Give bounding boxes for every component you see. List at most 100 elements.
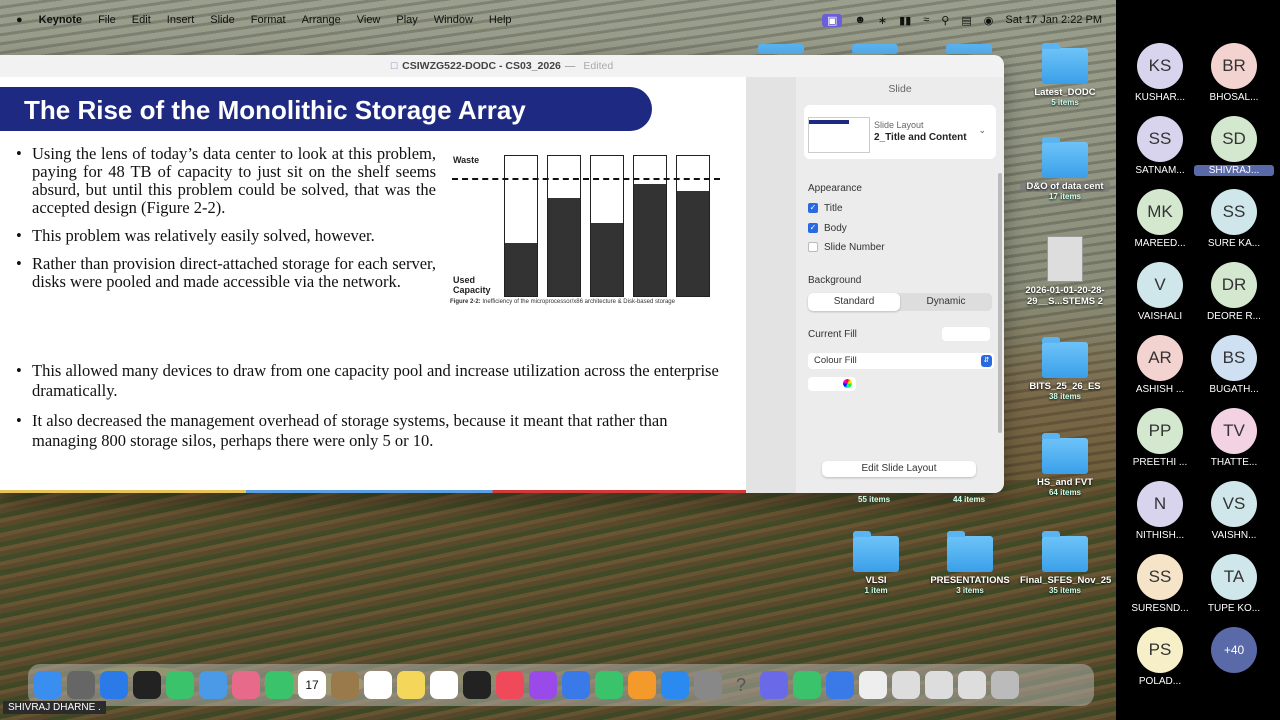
desktop-folder[interactable]: HS_and FVT 64 items — [1020, 433, 1110, 497]
appstore-icon[interactable] — [661, 671, 689, 699]
control-center-icon[interactable]: ▤ — [961, 14, 971, 27]
menu-edit[interactable]: Edit — [132, 14, 151, 26]
whatsapp-icon[interactable] — [793, 671, 821, 699]
standard-option[interactable]: Standard — [808, 293, 900, 311]
window-icon[interactable] — [958, 671, 986, 699]
battery-icon[interactable]: ▮▮ — [899, 14, 911, 27]
folder-partial[interactable] — [758, 44, 804, 54]
finder-icon[interactable] — [34, 671, 62, 699]
safari-icon[interactable] — [100, 671, 128, 699]
search-icon[interactable]: ⚲ — [941, 14, 949, 27]
desktop-folder[interactable]: VLSI 1 item — [831, 531, 921, 595]
colour-fill-select[interactable]: Colour Fill ⇵ — [808, 353, 994, 369]
dynamic-option[interactable]: Dynamic — [900, 293, 992, 311]
participant-tile[interactable]: TA TUPE KO... — [1194, 554, 1274, 614]
participant-tile[interactable]: KS KUSHAR... — [1120, 43, 1200, 103]
background-segmented-control[interactable]: Standard Dynamic — [808, 293, 992, 311]
desktop-folder[interactable]: Latest_DODC 5 items — [1020, 43, 1110, 107]
participant-tile[interactable]: SS SATNAM... — [1120, 116, 1200, 176]
apple-menu-icon[interactable]: ● — [16, 14, 23, 26]
desktop-folder[interactable]: D&O of data cent 17 items — [1020, 137, 1110, 201]
participant-tile[interactable]: AR ASHISH ... — [1120, 335, 1200, 395]
checkbox-checked-icon[interactable]: ✓ — [808, 203, 818, 214]
system-icon[interactable] — [331, 671, 359, 699]
desktop-folder[interactable]: BITS_25_26_ES 38 items — [1020, 337, 1110, 401]
participant-tile[interactable]: BS BUGATH... — [1194, 335, 1274, 395]
mail-icon[interactable] — [826, 671, 854, 699]
menu-play[interactable]: Play — [396, 14, 417, 26]
window-icon[interactable] — [892, 671, 920, 699]
current-fill-swatch[interactable] — [942, 327, 990, 341]
menu-arrange[interactable]: Arrange — [302, 14, 341, 26]
participant-tile[interactable]: DR DEORE R... — [1194, 262, 1274, 322]
figure-storage-bars[interactable]: Waste Used Capacity Figure 2-2: Ineffici… — [450, 151, 740, 311]
menu-help[interactable]: Help — [489, 14, 512, 26]
participant-tile[interactable]: BR BHOSAL... — [1194, 43, 1274, 103]
window-icon[interactable] — [925, 671, 953, 699]
checkbox-unchecked-icon[interactable] — [808, 242, 818, 253]
calendar-icon[interactable]: 17 — [298, 671, 326, 699]
bluetooth-icon[interactable]: ∗ — [878, 14, 887, 27]
bullet-item[interactable]: • This allowed many devices to draw from … — [16, 361, 728, 401]
body-checkbox[interactable]: ✓ Body — [808, 223, 847, 234]
title-checkbox[interactable]: ✓ Title — [808, 203, 843, 214]
notes-icon[interactable] — [397, 671, 425, 699]
teams-icon[interactable] — [760, 671, 788, 699]
participant-tile[interactable]: MK MAREED... — [1120, 189, 1200, 249]
bullet-list-narrow[interactable]: • Using the lens of today’s data center t… — [16, 145, 436, 301]
participant-tile[interactable]: SS SURESND... — [1120, 554, 1200, 614]
siri-icon[interactable]: ◉ — [984, 14, 994, 27]
window-titlebar[interactable]: □ CSIWZG522-DODC - CS03_2026 — Edited — [0, 55, 1004, 77]
opera-icon[interactable] — [133, 671, 161, 699]
participant-tile[interactable]: N NITHISH... — [1120, 481, 1200, 541]
colour-well[interactable] — [808, 377, 856, 391]
slide-canvas[interactable]: The Rise of the Monolithic Storage Array… — [0, 77, 746, 493]
screen-share-icon[interactable]: ▣ — [821, 13, 843, 27]
inspector-scrollbar[interactable] — [998, 173, 1002, 433]
chevron-down-icon[interactable]: ⌄ — [978, 125, 986, 136]
checkbox-checked-icon[interactable]: ✓ — [808, 223, 818, 234]
participant-tile[interactable]: SD SHIVRAJ... — [1194, 116, 1274, 176]
inspector-header[interactable]: Slide — [796, 83, 1004, 95]
folder-partial[interactable] — [946, 44, 992, 54]
menubar-clock[interactable]: Sat 17 Jan 2:22 PM — [1005, 14, 1102, 26]
accessibility-icon[interactable]: ☻ — [854, 14, 866, 26]
messages-icon[interactable] — [166, 671, 194, 699]
facetime-icon[interactable] — [265, 671, 293, 699]
maps-icon[interactable] — [199, 671, 227, 699]
edit-slide-layout-button[interactable]: Edit Slide Layout — [822, 461, 976, 477]
participant-tile[interactable]: VS VAISHN... — [1194, 481, 1274, 541]
slide-number-checkbox[interactable]: Slide Number — [808, 242, 885, 253]
menu-slide[interactable]: Slide — [210, 14, 234, 26]
slide-layout-picker[interactable]: Slide Layout 2_Title and Content ⌄ — [804, 105, 996, 159]
podcasts-icon[interactable] — [529, 671, 557, 699]
participant-tile[interactable]: V VAISHALI — [1120, 262, 1200, 322]
menu-file[interactable]: File — [98, 14, 116, 26]
bullet-item[interactable]: • It also decreased the management overhe… — [16, 411, 728, 451]
menu-format[interactable]: Format — [251, 14, 286, 26]
slide-title[interactable]: The Rise of the Monolithic Storage Array — [24, 95, 526, 126]
participant-tile[interactable]: +40 — [1194, 627, 1274, 673]
menu-window[interactable]: Window — [434, 14, 473, 26]
desktop-folder[interactable]: Final_SFES_Nov_25 35 items — [1020, 531, 1111, 595]
participant-tile[interactable]: TV THATTE... — [1194, 408, 1274, 468]
menu-app-name[interactable]: Keynote — [39, 14, 82, 26]
reminders-icon[interactable] — [364, 671, 392, 699]
help-icon[interactable]: ? — [727, 671, 755, 699]
trash-icon[interactable] — [991, 671, 1019, 699]
folder-partial[interactable] — [852, 44, 898, 54]
participant-tile[interactable]: SS SURE KA... — [1194, 189, 1274, 249]
menu-insert[interactable]: Insert — [167, 14, 195, 26]
freeform-icon[interactable] — [430, 671, 458, 699]
participant-tile[interactable]: PS POLAD... — [1120, 627, 1200, 687]
keynote-icon[interactable] — [562, 671, 590, 699]
desktop-folder[interactable]: PRESENTATIONS 3 items — [925, 531, 1015, 595]
numbers-icon[interactable] — [595, 671, 623, 699]
music-icon[interactable] — [496, 671, 524, 699]
wifi-icon[interactable]: ≈ — [923, 14, 929, 26]
desktop-file[interactable]: 2026-01-01-20-28-29__S...STEMS 2 — [1020, 236, 1110, 307]
launchpad-icon[interactable] — [67, 671, 95, 699]
pages-icon[interactable] — [628, 671, 656, 699]
preview-icon[interactable] — [859, 671, 887, 699]
photos-icon[interactable] — [232, 671, 260, 699]
